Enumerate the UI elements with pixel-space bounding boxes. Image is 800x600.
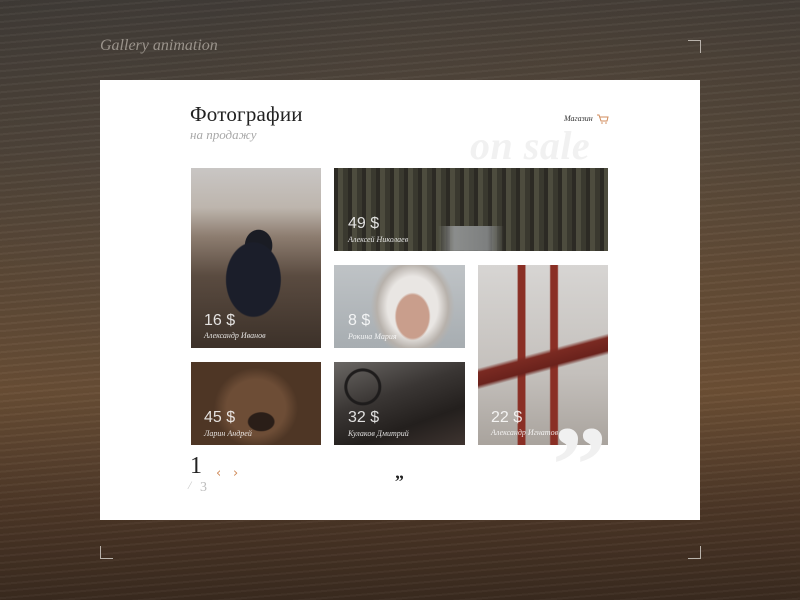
shop-link[interactable]: Магазин — [564, 114, 593, 123]
on-sale-watermark: on sale — [470, 123, 591, 168]
photo-author: Алексей Николаев — [348, 235, 409, 244]
photo-author: Ларин Андрей — [204, 429, 252, 438]
pagination-total-pages: 3 — [200, 480, 207, 495]
photo-tile-woman-silhouette[interactable]: 16 $ Александр Иванов — [191, 168, 321, 348]
quote-mark-watermark: ” — [552, 404, 607, 520]
photo-tile-fur-hood-woman[interactable]: 8 $ Рокина Мария — [334, 265, 465, 348]
prev-page-arrow-icon[interactable]: ‹ — [216, 466, 221, 481]
page-subtitle: на продажу — [190, 127, 257, 142]
photo-author: Александр Игнатов — [491, 428, 559, 437]
photo-author: Кулаков Дмитрий — [348, 429, 409, 438]
corner-mark-top-right — [688, 40, 701, 53]
photo-price: 49 $ — [348, 215, 380, 232]
page-title: Фотографии — [190, 102, 303, 126]
photo-price: 16 $ — [204, 312, 236, 329]
pagination-separator: / — [188, 478, 192, 492]
photo-price: 8 $ — [348, 312, 371, 329]
photo-author: Рокина Мария — [348, 332, 397, 341]
photo-price: 22 $ — [491, 409, 523, 426]
corner-mark-bottom-left — [100, 546, 113, 559]
photo-price: 45 $ — [204, 409, 236, 426]
gallery-animation-title: Gallery animation — [100, 37, 218, 54]
corner-mark-bottom-right — [688, 546, 701, 559]
photo-tile-bear[interactable]: 45 $ Ларин Андрей — [191, 362, 321, 445]
photo-tile-forest-road[interactable]: 49 $ Алексей Николаев — [334, 168, 608, 251]
quote-mark: „ — [395, 462, 404, 482]
pagination-current-page: 1 — [190, 453, 202, 479]
photo-tile-vintage-car-interior[interactable]: 32 $ Кулаков Дмитрий — [334, 362, 465, 445]
next-page-arrow-icon[interactable]: › — [233, 466, 238, 481]
cart-icon[interactable] — [597, 114, 609, 124]
gallery-card: on sale Фотографии на продажу Магазин 16… — [100, 80, 700, 520]
photo-author: Александр Иванов — [204, 331, 266, 340]
photo-price: 32 $ — [348, 409, 380, 426]
